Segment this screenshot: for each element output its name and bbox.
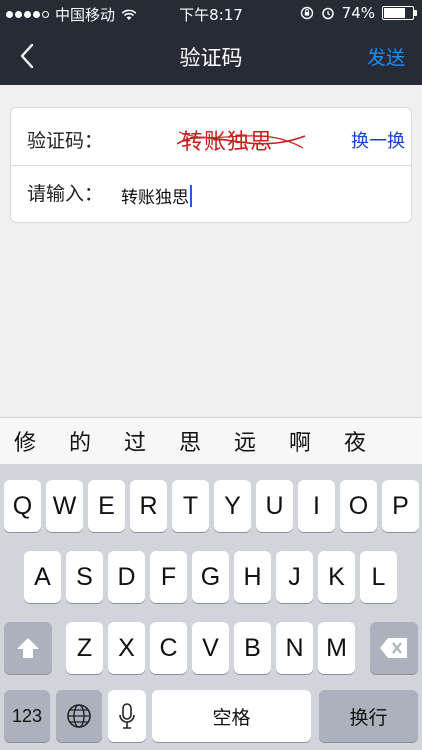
key-k[interactable]: K xyxy=(318,551,355,603)
key-a[interactable]: A xyxy=(24,551,61,603)
key-b[interactable]: B xyxy=(234,622,271,674)
shift-key[interactable] xyxy=(4,622,52,674)
content-area: 验证码： 转账独思 换一换 请输入： 转账独思 xyxy=(0,85,422,417)
globe-key[interactable] xyxy=(56,690,102,742)
key-n[interactable]: N xyxy=(276,622,313,674)
key-e[interactable]: E xyxy=(88,480,125,532)
captcha-image[interactable]: 转账独思 xyxy=(177,118,307,158)
nav-bar: 验证码 发送 xyxy=(0,28,422,85)
key-s[interactable]: S xyxy=(66,551,103,603)
key-r[interactable]: R xyxy=(130,480,167,532)
key-v[interactable]: V xyxy=(192,622,229,674)
key-m[interactable]: M xyxy=(318,622,355,674)
key-o[interactable]: O xyxy=(340,480,377,532)
key-x[interactable]: X xyxy=(108,622,145,674)
candidate-char[interactable]: 的 xyxy=(69,425,124,457)
captcha-row: 验证码： 转账独思 换一换 xyxy=(11,108,411,166)
microphone-key[interactable] xyxy=(108,690,146,742)
microphone-icon xyxy=(119,703,135,729)
send-button[interactable]: 发送 xyxy=(367,43,405,70)
key-g[interactable]: G xyxy=(192,551,229,603)
return-key[interactable]: 换行 xyxy=(319,690,418,742)
key-p[interactable]: P xyxy=(382,480,419,532)
captcha-text: 转账独思 xyxy=(181,130,274,155)
space-key[interactable]: 空格 xyxy=(152,690,311,742)
text-caret xyxy=(190,185,192,207)
alarm-icon xyxy=(321,7,334,20)
keyboard: 123 空格 换行 QWERTYUIOP ASDFGHJKL ZXCVBNM xyxy=(0,464,422,750)
key-y[interactable]: Y xyxy=(214,480,251,532)
candidate-char[interactable]: 远 xyxy=(234,425,289,457)
key-u[interactable]: U xyxy=(256,480,293,532)
key-l[interactable]: L xyxy=(360,551,397,603)
battery-percent: 74% xyxy=(341,4,375,22)
status-bar: 中国移动 下午8:17 74% xyxy=(0,0,422,28)
numbers-key[interactable]: 123 xyxy=(4,690,50,742)
key-z[interactable]: Z xyxy=(66,622,103,674)
candidate-char[interactable]: 夜 xyxy=(344,425,399,457)
page-title: 验证码 xyxy=(179,46,243,70)
candidate-char[interactable]: 啊 xyxy=(289,425,344,457)
key-q[interactable]: Q xyxy=(4,480,41,532)
globe-icon xyxy=(67,704,91,728)
key-h[interactable]: H xyxy=(234,551,271,603)
rotation-lock-icon xyxy=(300,6,313,20)
input-value: 转账独思 xyxy=(121,188,189,208)
backspace-icon xyxy=(380,638,407,658)
shift-arrow-icon xyxy=(17,638,39,658)
key-d[interactable]: D xyxy=(108,551,145,603)
candidate-char[interactable]: 过 xyxy=(124,425,179,457)
key-i[interactable]: I xyxy=(298,480,335,532)
captcha-label: 验证码： xyxy=(27,130,104,152)
key-j[interactable]: J xyxy=(276,551,313,603)
key-f[interactable]: F xyxy=(150,551,187,603)
candidate-bar: 修的过思远啊夜 xyxy=(0,417,422,464)
battery-icon xyxy=(382,6,417,20)
input-label: 请输入： xyxy=(27,183,104,205)
candidate-char[interactable]: 思 xyxy=(179,425,234,457)
key-c[interactable]: C xyxy=(150,622,187,674)
candidate-char[interactable]: 修 xyxy=(14,425,69,457)
key-w[interactable]: W xyxy=(46,480,83,532)
status-right: 74% xyxy=(300,4,417,22)
captcha-form: 验证码： 转账独思 换一换 请输入： 转账独思 xyxy=(10,107,412,223)
delete-key[interactable] xyxy=(370,622,418,674)
refresh-captcha-link[interactable]: 换一换 xyxy=(351,127,405,153)
input-row: 请输入： 转账独思 xyxy=(11,166,411,223)
battery-level xyxy=(384,8,405,18)
captcha-input[interactable]: 转账独思 xyxy=(121,183,192,208)
key-t[interactable]: T xyxy=(172,480,209,532)
